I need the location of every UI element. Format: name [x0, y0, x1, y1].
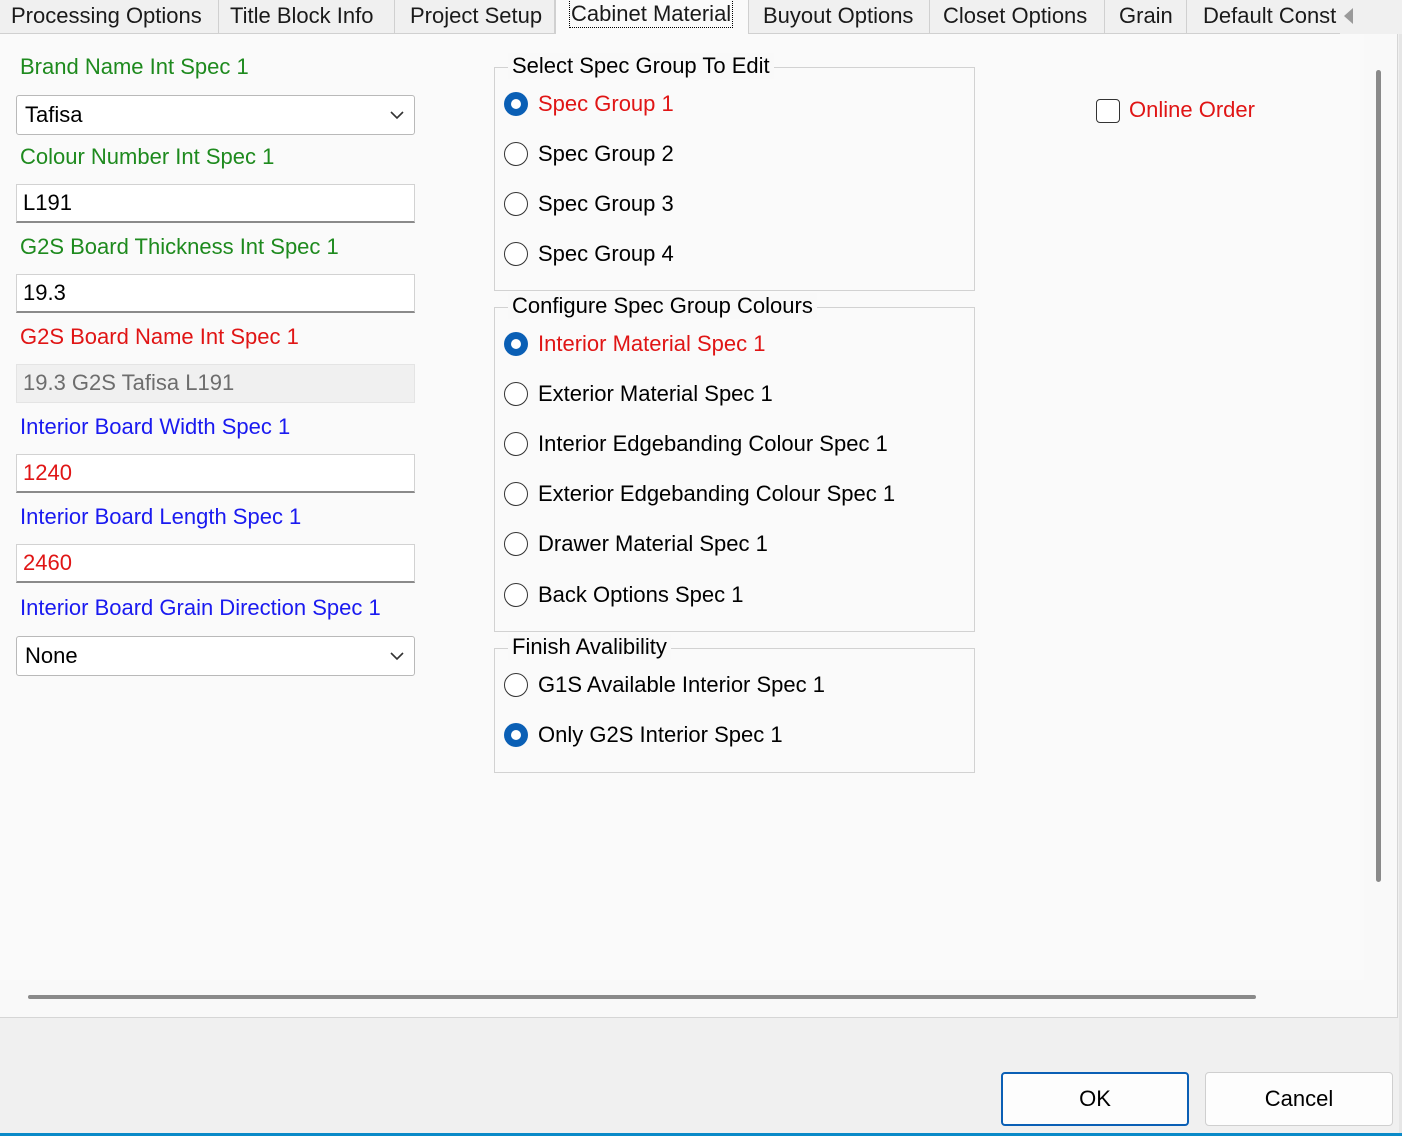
spec-colours-title: Configure Spec Group Colours — [508, 293, 817, 319]
radio-label: Drawer Material Spec 1 — [538, 531, 768, 556]
board-name-input: 19.3 G2S Tafisa L191 — [16, 364, 415, 403]
board-thickness-input[interactable]: 19.3 — [16, 274, 415, 313]
brand-name-dropdown[interactable]: Tafisa — [16, 95, 415, 135]
tab-title-block-info[interactable]: Title Block Info — [219, 0, 395, 34]
online-order-label: Online Order — [1129, 97, 1255, 122]
chevron-left-icon[interactable] — [1341, 6, 1357, 26]
radio-label: Interior Edgebanding Colour Spec 1 — [538, 431, 888, 456]
horizontal-scrollbar[interactable] — [28, 995, 1256, 999]
brand-name-value: Tafisa — [25, 102, 83, 127]
tab-label: Closet Options — [943, 3, 1088, 28]
grain-direction-dropdown[interactable]: None — [16, 636, 415, 676]
radio-label: Only G2S Interior Spec 1 — [538, 722, 783, 747]
tab-label: Cabinet Material — [568, 0, 734, 28]
radio-button[interactable] — [504, 673, 528, 697]
scrollable-content: Brand Name Int Spec 1 Tafisa Colour Numb… — [0, 34, 1364, 980]
spec-colours-box: Configure Spec Group Colours Interior Ma… — [494, 293, 975, 632]
radio-button[interactable] — [504, 432, 528, 456]
radio-button[interactable] — [504, 332, 528, 356]
board-width-label: Interior Board Width Spec 1 — [20, 414, 291, 439]
brand-name-label: Brand Name Int Spec 1 — [20, 54, 249, 79]
tab-default-const[interactable]: Default Const — [1187, 0, 1340, 34]
radio-button[interactable] — [504, 723, 528, 747]
vertical-scrollbar[interactable] — [1376, 70, 1381, 882]
radio-button[interactable] — [504, 92, 528, 116]
ok-button[interactable]: OK — [1001, 1072, 1189, 1126]
radio-button[interactable] — [504, 532, 528, 556]
radio-label: Spec Group 3 — [538, 191, 674, 216]
tab-label: Default Const — [1203, 3, 1337, 28]
tab-cabinet-material[interactable]: Cabinet Material — [555, 0, 749, 35]
finish-availability-title: Finish Avalibility — [508, 634, 671, 660]
board-name-label: G2S Board Name Int Spec 1 — [20, 324, 299, 349]
radio-button[interactable] — [504, 192, 528, 216]
colour-number-label: Colour Number Int Spec 1 — [20, 144, 275, 169]
grain-direction-label: Interior Board Grain Direction Spec 1 — [20, 595, 381, 620]
grain-direction-value: None — [25, 643, 78, 668]
chevron-down-icon — [390, 652, 404, 661]
tab-label: Buyout Options — [763, 3, 914, 28]
radio-button[interactable] — [504, 382, 528, 406]
radio-button[interactable] — [504, 583, 528, 607]
tab-closet-options[interactable]: Closet Options — [930, 0, 1105, 34]
cancel-button[interactable]: Cancel — [1205, 1072, 1393, 1126]
tab-grain[interactable]: Grain — [1105, 0, 1187, 34]
radio-label: Back Options Spec 1 — [538, 582, 744, 607]
radio-button[interactable] — [504, 482, 528, 506]
tab-strip: Processing Options Title Block Info Proj… — [0, 0, 1402, 35]
radio-label: Interior Material Spec 1 — [538, 331, 766, 356]
chevron-down-icon — [390, 111, 404, 120]
board-thickness-label: G2S Board Thickness Int Spec 1 — [20, 234, 339, 259]
radio-label: Exterior Edgebanding Colour Spec 1 — [538, 481, 896, 506]
board-length-label: Interior Board Length Spec 1 — [20, 504, 302, 529]
colour-number-input[interactable]: L191 — [16, 184, 415, 223]
radio-label: Spec Group 2 — [538, 141, 674, 166]
board-length-input[interactable]: 2460 — [16, 544, 415, 583]
radio-button[interactable] — [504, 242, 528, 266]
spec-group-box: Select Spec Group To Edit Spec Group 1 S… — [494, 53, 975, 291]
spec-group-title: Select Spec Group To Edit — [508, 53, 774, 79]
radio-label: Spec Group 4 — [538, 241, 674, 266]
tab-page-cabinet-material: Brand Name Int Spec 1 Tafisa Colour Numb… — [0, 34, 1398, 1018]
radio-button[interactable] — [504, 142, 528, 166]
radio-label: Spec Group 1 — [538, 91, 674, 116]
finish-availability-box: Finish Avalibility G1S Available Interio… — [494, 634, 975, 773]
board-width-input[interactable]: 1240 — [16, 454, 415, 493]
tab-label: Processing Options — [11, 3, 202, 28]
tab-processing-options[interactable]: Processing Options — [0, 0, 219, 34]
tab-label: Grain — [1119, 3, 1173, 28]
tab-label: Title Block Info — [230, 3, 374, 28]
tab-label: Project Setup — [410, 3, 543, 28]
tab-buyout-options[interactable]: Buyout Options — [749, 0, 930, 34]
tab-project-setup[interactable]: Project Setup — [395, 0, 555, 34]
radio-label: Exterior Material Spec 1 — [538, 381, 773, 406]
radio-label: G1S Available Interior Spec 1 — [538, 672, 825, 697]
online-order-checkbox[interactable] — [1096, 99, 1120, 123]
